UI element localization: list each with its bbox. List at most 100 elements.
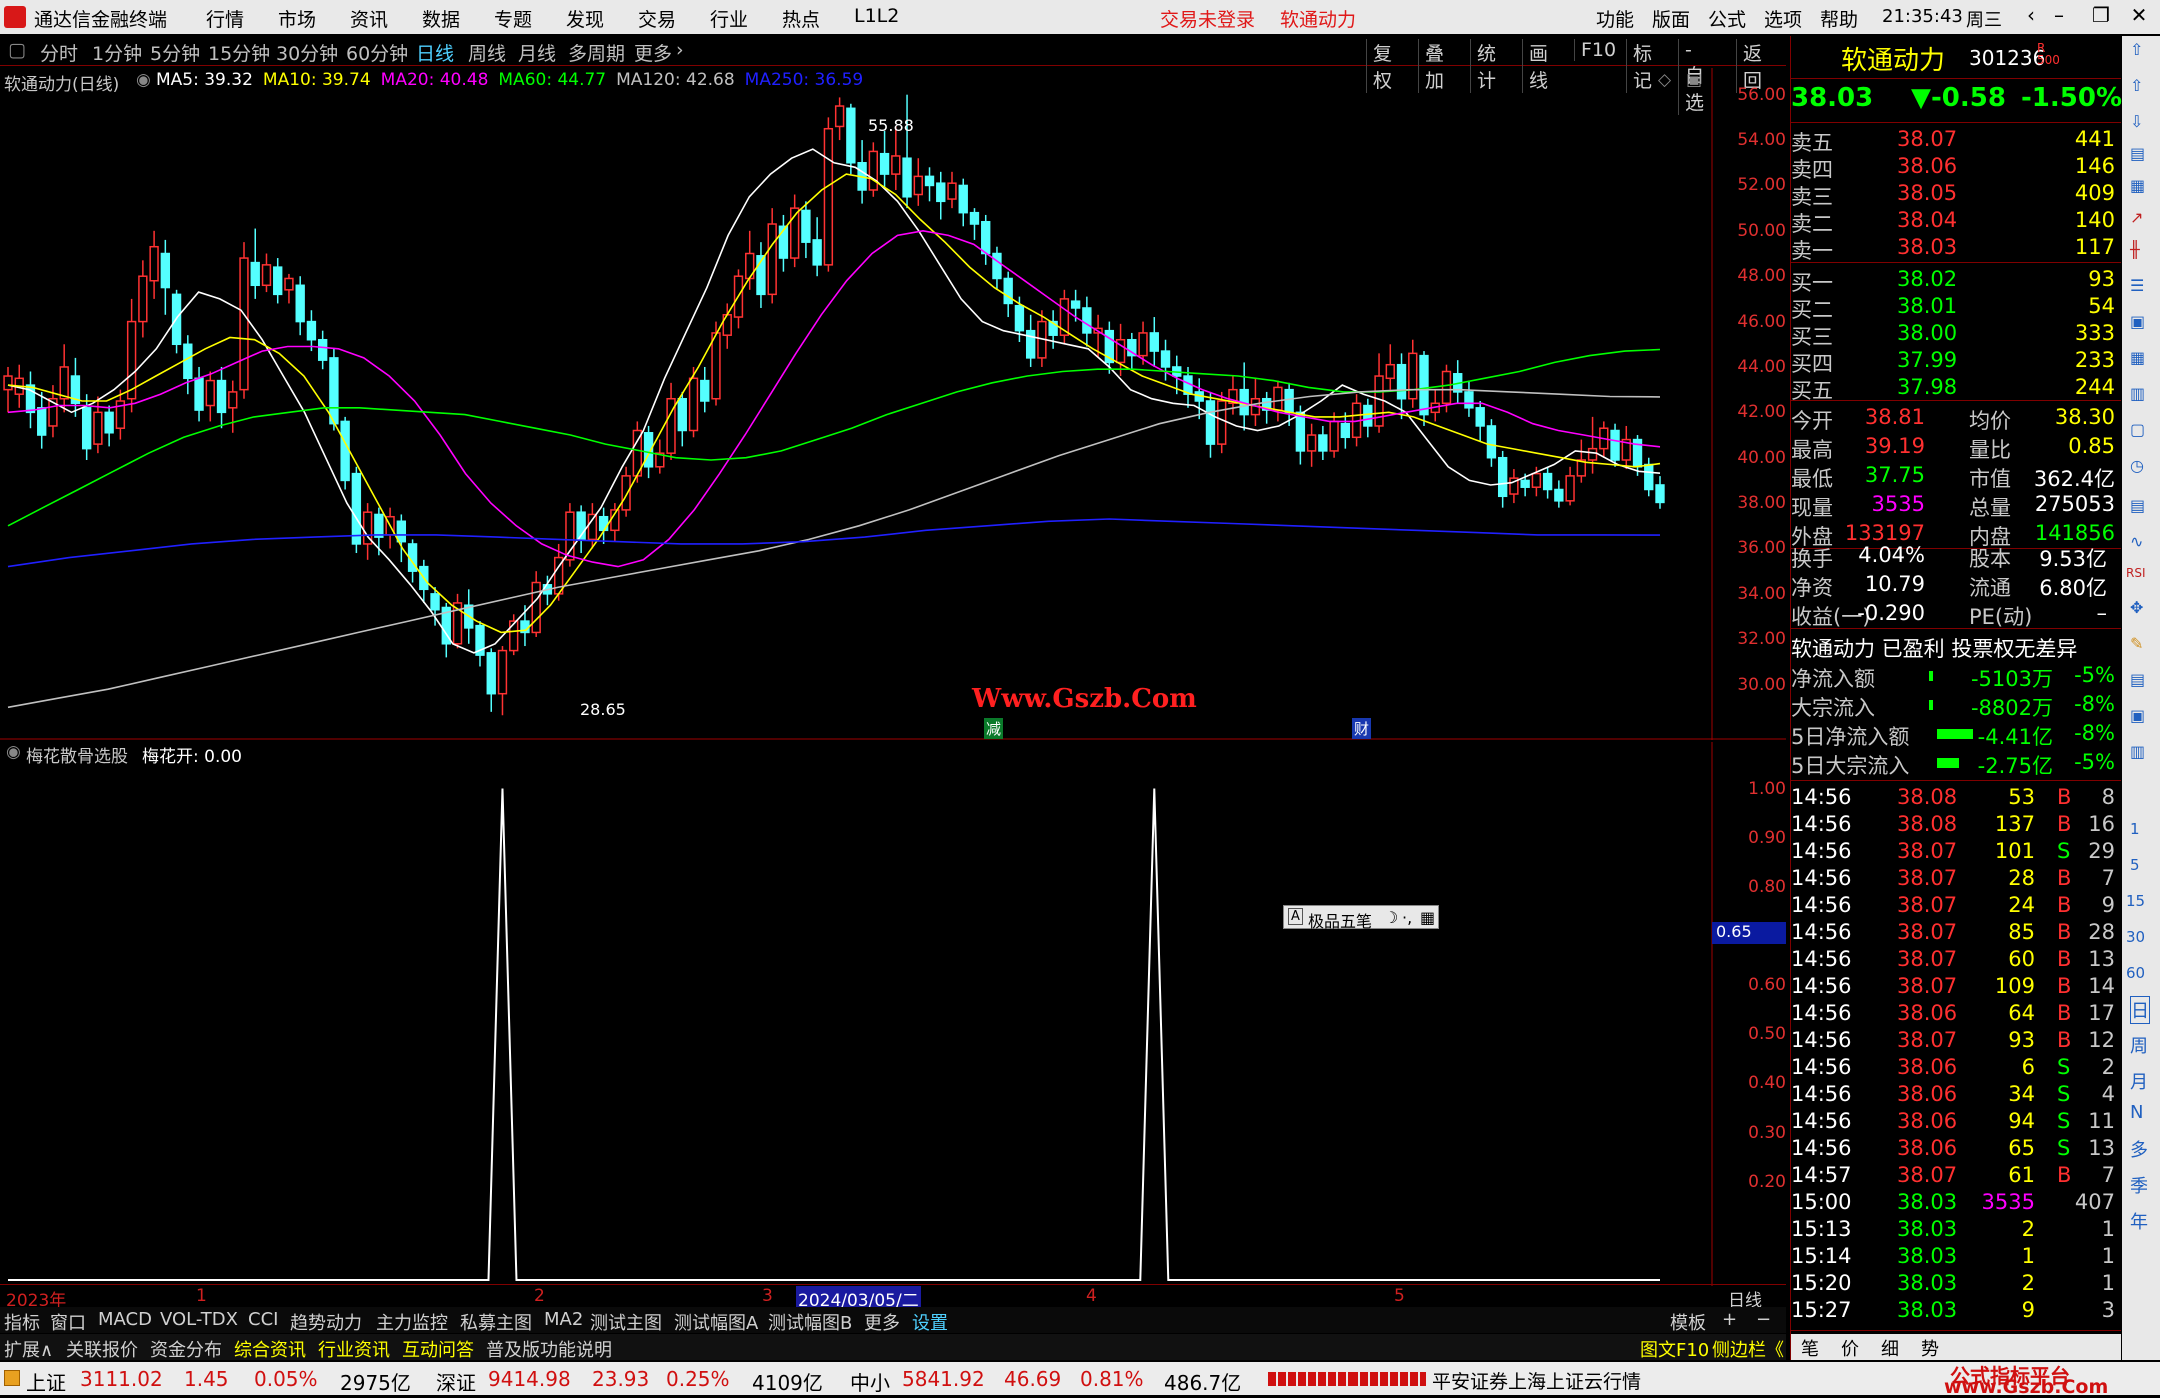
tab-ma2[interactable]: MA2 bbox=[544, 1309, 583, 1330]
quote-row[interactable]: 买五 37.98 244 bbox=[1791, 374, 2121, 403]
list-icon[interactable]: ☰ bbox=[2130, 276, 2144, 295]
candle-body[interactable] bbox=[924, 175, 935, 187]
candle-body[interactable] bbox=[1082, 307, 1092, 334]
tab-ceshi-a[interactable]: 测试幅图A bbox=[674, 1309, 758, 1335]
indicator-dropdown-icon[interactable]: ◉ bbox=[6, 742, 21, 762]
candle-body[interactable] bbox=[879, 152, 890, 175]
candle-body[interactable] bbox=[1464, 391, 1474, 409]
quote-row[interactable]: 14:56 38.07 24 9 B bbox=[1791, 892, 2121, 920]
doc2-icon[interactable]: ▤ bbox=[2130, 670, 2145, 689]
quote-row[interactable]: 15:14 38.03 1 1 bbox=[1791, 1243, 2121, 1271]
stock-tags[interactable]: 软通动力 已盈利 投票权无差异 bbox=[1791, 633, 2077, 663]
menu-zhuanti[interactable]: 专题 bbox=[494, 5, 532, 32]
tab-more[interactable]: 更多 bbox=[634, 39, 672, 66]
quote-row[interactable]: 5日净流入额 -4.41亿 -8% bbox=[1791, 720, 2121, 749]
move-icon[interactable]: ✥ bbox=[2130, 598, 2143, 617]
marker-cai[interactable]: 财 bbox=[1352, 718, 1372, 739]
period-60[interactable]: 60 bbox=[2126, 964, 2145, 982]
f10-icon[interactable]: ▣ bbox=[2130, 312, 2145, 331]
quote-row[interactable]: 买四 37.99 233 bbox=[1791, 347, 2121, 376]
candle-body[interactable] bbox=[812, 239, 822, 266]
candle-body[interactable] bbox=[1284, 388, 1294, 414]
tab-5min[interactable]: 5分钟 bbox=[150, 39, 200, 66]
candle-body[interactable] bbox=[306, 320, 317, 341]
candle-body[interactable] bbox=[329, 357, 339, 425]
menu-hangqing[interactable]: 行情 bbox=[206, 5, 244, 32]
period-15[interactable]: 15 bbox=[2126, 892, 2145, 910]
tab-settings[interactable]: 设置 bbox=[912, 1309, 948, 1335]
f10-link[interactable]: 图文F10 bbox=[1640, 1336, 1709, 1362]
quote-row[interactable]: 14:57 38.07 61 7 B bbox=[1791, 1162, 2121, 1190]
tab-vol-tdx[interactable]: VOL-TDX bbox=[160, 1309, 238, 1330]
candle-body[interactable] bbox=[823, 127, 834, 266]
tab-help[interactable]: 普及版功能说明 bbox=[486, 1336, 612, 1362]
candle-body[interactable] bbox=[1385, 363, 1395, 380]
chart-icon[interactable]: ▥ bbox=[2130, 384, 2145, 403]
tab-simu[interactable]: 私募主图 bbox=[460, 1309, 532, 1335]
menu-hangye[interactable]: 行业 bbox=[710, 5, 748, 32]
tab-weekly[interactable]: 周线 bbox=[468, 39, 506, 66]
tab-cci[interactable]: CCI bbox=[248, 1309, 278, 1330]
dropdown-icon[interactable]: ◉ bbox=[136, 70, 151, 90]
login-status[interactable]: 交易未登录 bbox=[1160, 5, 1255, 32]
tab-shi[interactable]: 势 bbox=[1921, 1335, 1939, 1361]
quote-row[interactable]: 14:56 38.07 101 29 S bbox=[1791, 838, 2121, 866]
indicator-svg[interactable] bbox=[0, 742, 1786, 1286]
quote-row[interactable]: 14:56 38.07 60 13 B bbox=[1791, 946, 2121, 974]
tab-kuozhan[interactable]: 扩展∧ bbox=[4, 1336, 53, 1362]
candle-body[interactable] bbox=[228, 391, 238, 409]
candle-body[interactable] bbox=[1273, 386, 1283, 411]
quote-row[interactable]: 换手 4.04% 股本 9.53亿 bbox=[1791, 542, 2121, 571]
candle-body[interactable] bbox=[587, 513, 598, 541]
period-week[interactable]: 周 bbox=[2130, 1032, 2148, 1058]
candle-body[interactable] bbox=[1014, 304, 1025, 332]
quote-row[interactable]: 5日大宗流入 -2.75亿 -5% bbox=[1791, 749, 2121, 778]
candle-body[interactable] bbox=[273, 266, 283, 296]
candle-body[interactable] bbox=[284, 277, 294, 291]
candle-body[interactable] bbox=[1363, 404, 1373, 427]
candle-body[interactable] bbox=[1587, 447, 1598, 461]
candle-body[interactable] bbox=[205, 379, 215, 407]
ime-punct-icon[interactable]: ·, bbox=[1402, 908, 1412, 927]
candle-body[interactable] bbox=[1655, 484, 1665, 504]
candle-body[interactable] bbox=[194, 377, 204, 411]
quote-row[interactable]: 净资 10.79 流通 6.80亿 bbox=[1791, 571, 2121, 600]
candle-body[interactable] bbox=[1419, 354, 1429, 416]
candle-body[interactable] bbox=[497, 649, 508, 695]
pen-icon[interactable]: ✎ bbox=[2130, 634, 2143, 653]
menu-zixun[interactable]: 资讯 bbox=[350, 5, 388, 32]
menu-xuanxiang[interactable]: 选项 bbox=[1764, 5, 1802, 32]
candle-body[interactable] bbox=[1003, 277, 1013, 305]
kline-chart[interactable]: 软通动力(日线) ◉ MA5: 39.32 MA10: 39.74 MA20: 40… bbox=[0, 68, 1786, 740]
rsi-label[interactable]: RSI bbox=[2126, 566, 2146, 580]
tab-60min[interactable]: 60分钟 bbox=[346, 39, 408, 66]
candle-body[interactable] bbox=[138, 275, 148, 323]
quote-row[interactable]: 买三 38.00 333 bbox=[1791, 320, 2121, 349]
candle-body[interactable] bbox=[1025, 329, 1036, 359]
candle-body[interactable] bbox=[621, 475, 631, 511]
candle-body[interactable] bbox=[81, 407, 92, 450]
candle-body[interactable] bbox=[250, 261, 260, 287]
period-quarter[interactable]: 季 bbox=[2130, 1172, 2148, 1198]
period-day[interactable]: 日 bbox=[2130, 996, 2150, 1024]
tab-hudong[interactable]: 互动问答 bbox=[402, 1336, 474, 1362]
menu-gongneng[interactable]: 功能 bbox=[1596, 5, 1634, 32]
arrow-up-icon[interactable]: ⇧ bbox=[2130, 40, 2143, 59]
zoom-out-icon[interactable]: − bbox=[1756, 1309, 1771, 1330]
tab-hangye-zixun[interactable]: 行业资讯 bbox=[318, 1336, 390, 1362]
wave-icon[interactable]: ∿ bbox=[2130, 532, 2143, 551]
candle-body[interactable] bbox=[846, 107, 856, 164]
clock-icon[interactable]: ◷ bbox=[2130, 456, 2144, 475]
index-sh-name[interactable]: 上证 bbox=[26, 1367, 66, 1396]
candle-body[interactable] bbox=[1138, 332, 1148, 357]
candle-body[interactable] bbox=[1554, 488, 1564, 502]
diamond-icon[interactable]: ◇ bbox=[1658, 70, 1671, 90]
quote-row[interactable]: 最低 37.75 市值 362.4亿 bbox=[1791, 462, 2121, 491]
tab-guanlian[interactable]: 关联报价 bbox=[66, 1336, 138, 1362]
tab-daily[interactable]: 日线 bbox=[416, 39, 454, 66]
quote-row[interactable]: 14:56 38.06 6 2 S bbox=[1791, 1054, 2121, 1082]
tab-monthly[interactable]: 月线 bbox=[518, 39, 556, 66]
quote-row[interactable]: 14:56 38.06 34 4 S bbox=[1791, 1081, 2121, 1109]
candle-body[interactable] bbox=[677, 397, 687, 432]
tab-jia[interactable]: 价 bbox=[1841, 1335, 1859, 1361]
